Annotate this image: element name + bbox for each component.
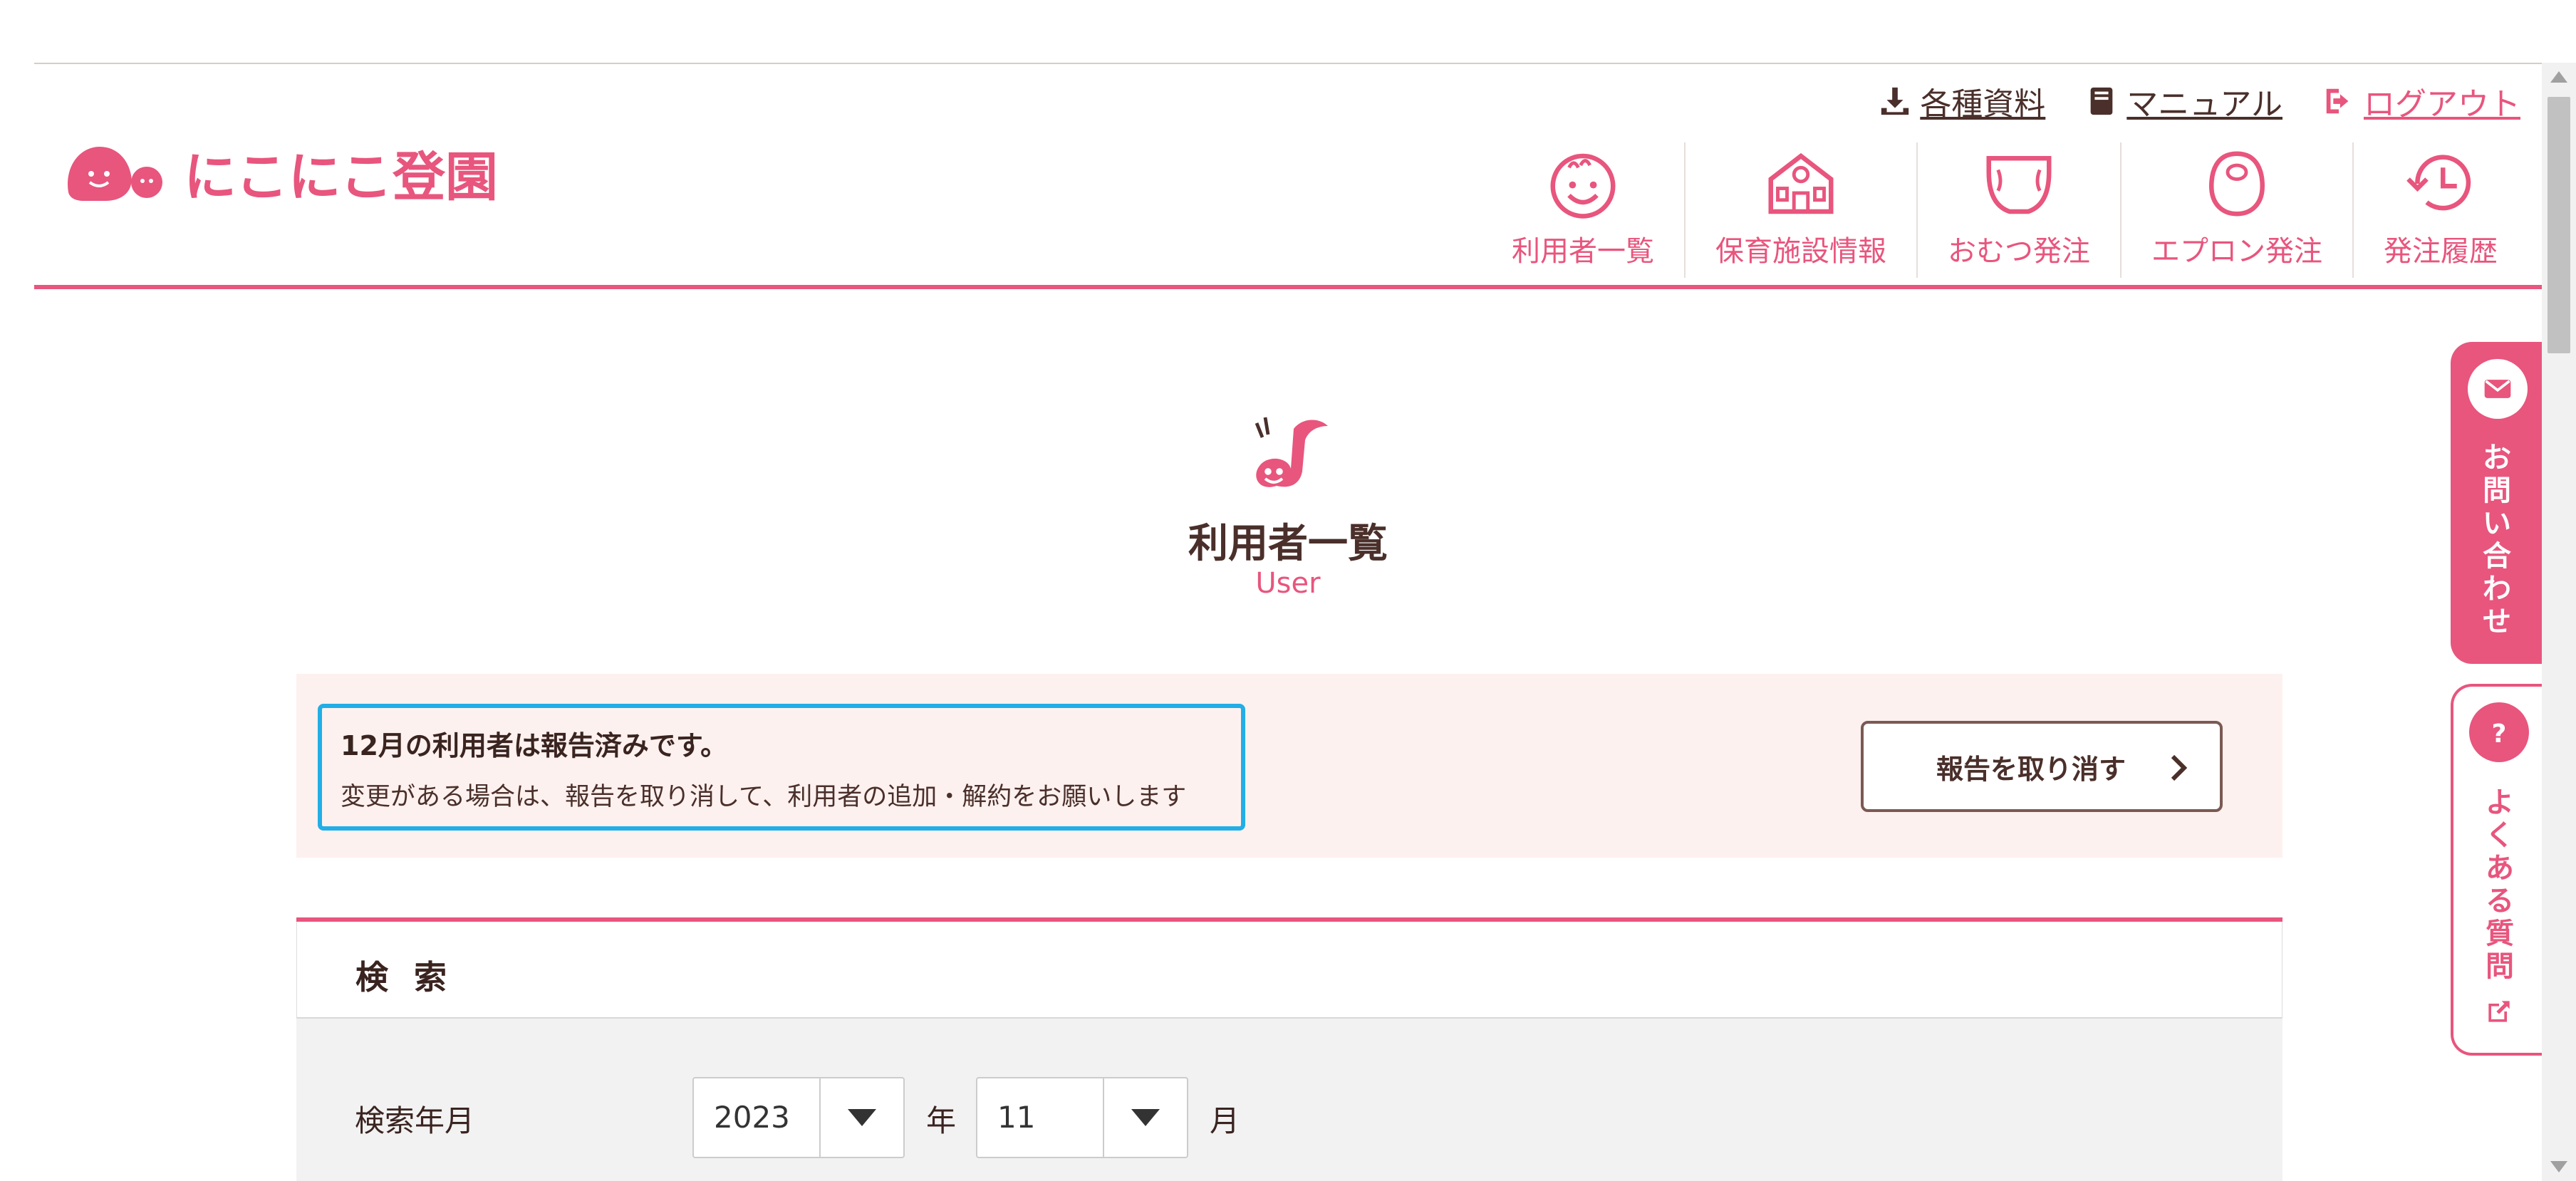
documents-link[interactable]: 各種資料 [1879,78,2045,124]
year-select-value: 2023 [714,1100,790,1135]
contact-label: お問い合わせ [2451,442,2543,638]
nav-label-users: 利用者一覧 [1512,235,1654,268]
book-icon [2090,87,2113,115]
music-note-mascot-icon [1255,417,1328,487]
year-select[interactable]: 2023 [692,1077,905,1158]
logout-link-label: ログアウト [2364,86,2520,123]
faq-vertical-text: よくある質問 [2486,786,2514,983]
external-link-icon [2488,1001,2510,1022]
faq-side-tab[interactable]: ? よくある質問 [2451,684,2543,1056]
month-select-value: 11 [997,1100,1036,1135]
history-clock-icon [2406,155,2471,211]
nav-item-facility[interactable]: 保育施設情報 [1684,142,1916,278]
faq-label: よくある質問 [2453,786,2546,983]
notice-title: 12月の利用者は報告済みです。 [341,730,728,761]
utility-links: 各種資料 マニュアル ログアウト [1879,78,2520,124]
month-select-divider [1103,1078,1104,1157]
nav-label-diaper-order: おむつ発注 [1948,235,2090,268]
apron-bib-icon [2208,151,2265,217]
nav-item-diaper-order[interactable]: おむつ発注 [1916,142,2120,278]
nav-item-order-history[interactable]: 発注履歴 [2352,142,2528,278]
chevron-right-icon [2171,754,2188,781]
notice-message-box: 12月の利用者は報告済みです。 変更がある場合は、報告を取り消して、利用者の追加… [318,704,1245,831]
logout-icon [2326,88,2349,114]
mail-icon [2484,380,2511,398]
nav-item-users[interactable]: 利用者一覧 [1482,142,1684,278]
search-title: 検 索 [355,958,455,997]
search-month-label: 検索年月 [355,1103,475,1138]
page-scrollbar[interactable] [2542,63,2576,1181]
caret-down-icon [1131,1109,1160,1126]
nav-label-apron-order: エプロン発注 [2151,235,2322,268]
cancel-report-label: 報告を取り消す [1936,753,2126,785]
site-header: にこにこ登園 各種資料 マニュアル ログアウト 利用者一覧 保育施設情報 おむつ… [34,64,2542,286]
page-subtitle: User [1255,567,1321,600]
main-nav: 利用者一覧 保育施設情報 おむつ発注 エプロン発注 発注履歴 [1482,142,2528,278]
download-icon [1881,87,1909,115]
cancel-report-button[interactable]: 報告を取り消す [1861,721,2223,812]
svg-text:?: ? [2492,719,2507,749]
search-panel: 検 索 検索年月 2023 年 11 月 [296,917,2282,1181]
manual-link-label: マニュアル [2126,86,2282,123]
header-accent-bar [34,285,2542,289]
scroll-up-arrow[interactable] [2550,71,2567,83]
contact-vertical-text: お問い合わせ [2483,442,2511,638]
logo-text: にこにこ登園 [184,147,498,208]
nav-label-facility: 保育施設情報 [1715,235,1886,268]
year-unit: 年 [926,1103,957,1138]
faq-icon-circle: ? [2469,702,2529,762]
nav-item-apron-order[interactable]: エプロン発注 [2120,142,2352,278]
documents-link-label: 各種資料 [1920,86,2046,123]
contact-icon-circle [2468,359,2528,419]
diaper-icon [1986,156,2052,214]
contact-side-tab[interactable]: お問い合わせ [2451,342,2543,664]
scroll-down-arrow[interactable] [2550,1161,2567,1172]
caret-down-icon [848,1109,876,1126]
month-unit: 月 [1210,1103,1240,1138]
logout-link[interactable]: ログアウト [2322,78,2520,124]
smiley-face-icon [1550,153,1616,219]
search-header: 検 索 [296,922,2282,1019]
nav-label-order-history: 発注履歴 [2384,235,2498,268]
notice-text: 変更がある場合は、報告を取り消して、利用者の追加・解約をお願いします [341,783,1187,811]
browser-top-area [0,0,2576,63]
month-select[interactable]: 11 [976,1077,1188,1158]
year-select-divider [819,1078,821,1157]
scroll-thumb[interactable] [2548,97,2570,353]
page-title: 利用者一覧 [1188,521,1388,567]
site-logo[interactable]: にこにこ登園 [63,141,604,212]
question-icon: ? [2492,719,2507,749]
logo-mascot-icon: にこにこ登園 [68,147,498,208]
school-building-icon [1768,152,1834,214]
manual-link[interactable]: マニュアル [2085,78,2282,124]
